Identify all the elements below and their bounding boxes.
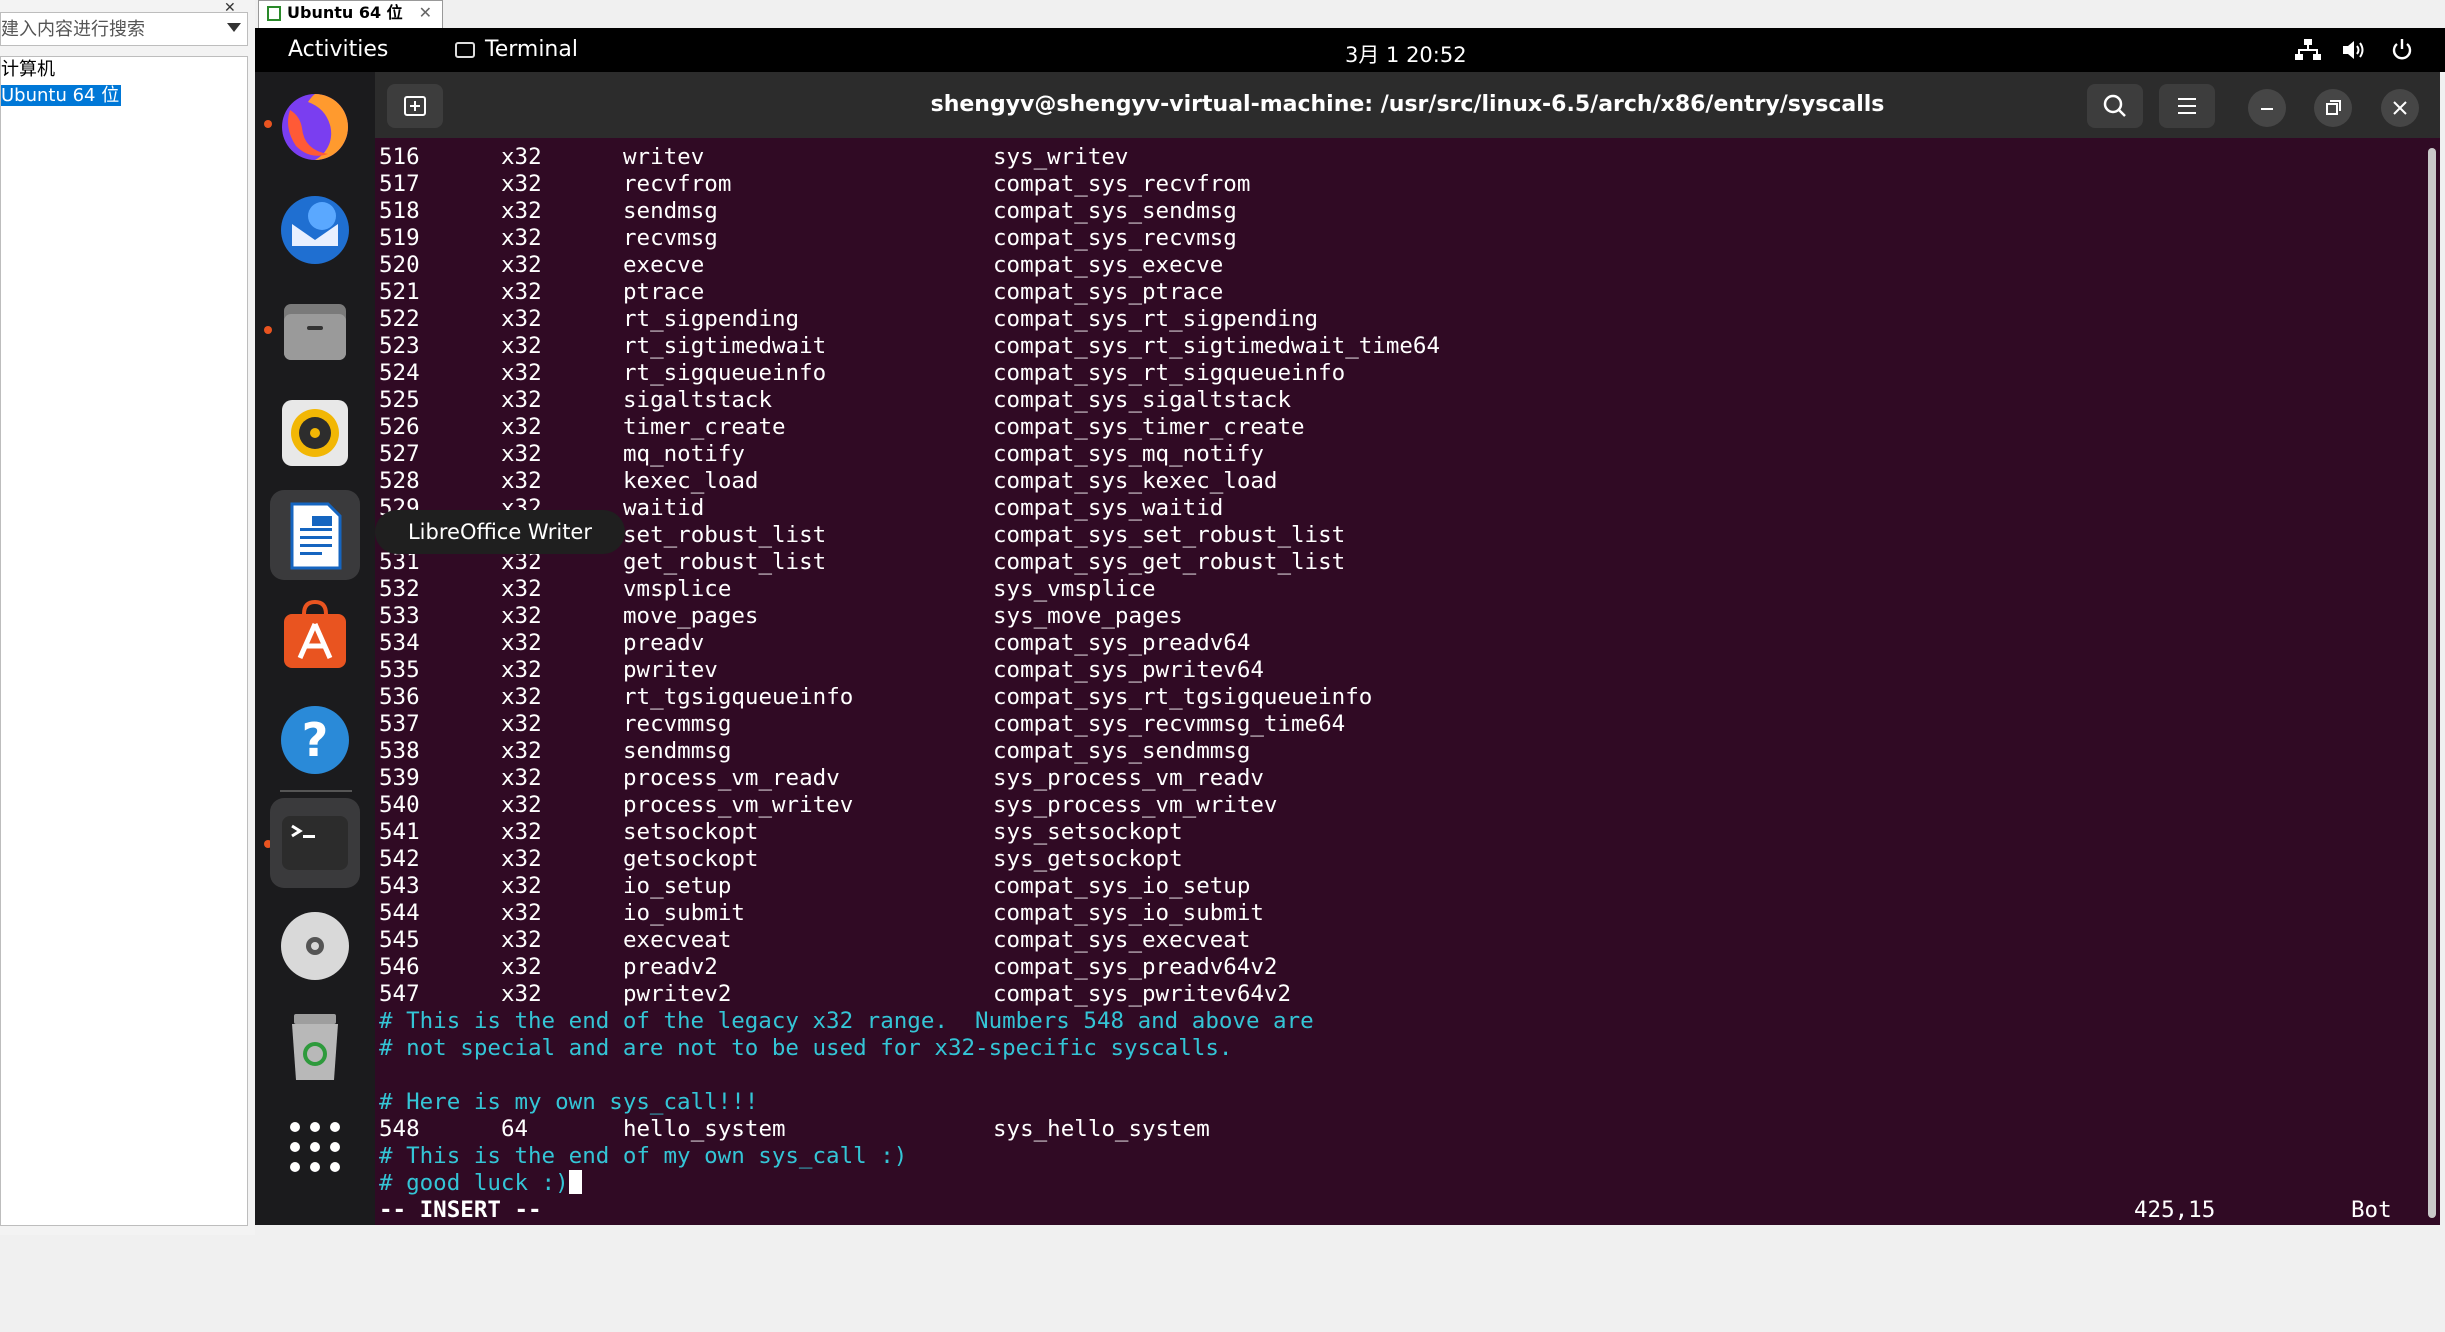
new-tab-icon bbox=[404, 96, 426, 116]
syscall-row: 535 x32 pwritev compat_sys_pwritev64 bbox=[379, 657, 1264, 683]
comment-line: # This is the end of my own sys_call :) bbox=[379, 1143, 908, 1169]
firefox-icon[interactable] bbox=[270, 80, 360, 170]
syscall-row: 516 x32 writev sys_writev bbox=[379, 144, 1129, 170]
syscall-row: 518 x32 sendmsg compat_sys_sendmsg bbox=[379, 198, 1237, 224]
ubuntu-dock: ? bbox=[255, 72, 377, 1232]
syscall-row: 536 x32 rt_tgsigqueueinfo compat_sys_rt_tgs… bbox=[379, 684, 1373, 710]
syscall-row: 537 x32 recvmmsg compat_sys_recvmmsg_time64 bbox=[379, 711, 1346, 737]
syscall-row: 547 x32 pwritev2 compat_sys_pwritev64v2 bbox=[379, 981, 1292, 1007]
syscall-row: 520 x32 execve compat_sys_execve bbox=[379, 252, 1224, 278]
host-left-pane: ✕ 计算机 Ubuntu 64 位 bbox=[0, 0, 255, 1235]
help-icon[interactable]: ? bbox=[270, 694, 360, 784]
syscall-row: 538 x32 sendmmsg compat_sys_sendmmsg bbox=[379, 738, 1251, 764]
power-icon[interactable] bbox=[2389, 38, 2415, 62]
close-icon bbox=[2393, 101, 2407, 115]
terminal-content[interactable]: 516 x32 writev sys_writev 517 x32 recvfrom comp… bbox=[379, 144, 2414, 1224]
syscall-row: 525 x32 sigaltstack compat_sys_sigaltstack bbox=[379, 387, 1292, 413]
syscall-row: 546 x32 preadv2 compat_sys_preadv64v2 bbox=[379, 954, 1278, 980]
minimize-button[interactable] bbox=[2248, 89, 2286, 127]
app-center-icon[interactable] bbox=[270, 592, 360, 682]
host-search-box[interactable] bbox=[0, 12, 248, 46]
terminal-header-bar[interactable]: shengyv@shengyv-virtual-machine: /usr/sr… bbox=[375, 72, 2440, 138]
search-button[interactable] bbox=[2087, 84, 2143, 128]
syscall-row: 519 x32 recvmsg compat_sys_recvmsg bbox=[379, 225, 1237, 251]
host-bottom-strip bbox=[255, 1225, 2445, 1235]
vm-tab-label: Ubuntu 64 位 bbox=[287, 3, 403, 22]
vim-status-line: -- INSERT -- 425,15 Bot bbox=[379, 1197, 2414, 1224]
text-cursor bbox=[568, 1170, 582, 1194]
libreoffice-writer-icon[interactable] bbox=[270, 490, 360, 580]
trash-icon[interactable] bbox=[270, 1002, 360, 1092]
syscall-row: 534 x32 preadv compat_sys_preadv64 bbox=[379, 630, 1251, 656]
terminal-icon[interactable] bbox=[270, 798, 360, 888]
scroll-position: Bot bbox=[2351, 1197, 2392, 1223]
volume-icon[interactable] bbox=[2341, 38, 2367, 62]
dock-separator bbox=[280, 790, 352, 792]
comment-line: # not special and are not to be used for… bbox=[379, 1035, 1233, 1061]
activities-button[interactable]: Activities bbox=[288, 37, 388, 62]
dock-tooltip: LibreOffice Writer bbox=[375, 510, 625, 554]
new-tab-button[interactable] bbox=[387, 84, 443, 128]
app-menu-terminal[interactable]: Terminal bbox=[455, 37, 578, 62]
thunderbird-icon[interactable] bbox=[270, 184, 360, 274]
files-icon[interactable] bbox=[270, 286, 360, 376]
syscall-row: 539 x32 process_vm_readv sys_process_vm_rea… bbox=[379, 765, 1264, 791]
vm-tab-ubuntu[interactable]: Ubuntu 64 位 ✕ bbox=[258, 0, 443, 28]
comment-line-cursor: # good luck :) bbox=[379, 1170, 2414, 1197]
menu-button[interactable] bbox=[2159, 84, 2215, 128]
terminal-scrollbar[interactable] bbox=[2428, 148, 2436, 1218]
syscall-row: 545 x32 execveat compat_sys_execveat bbox=[379, 927, 1251, 953]
syscall-row: 533 x32 move_pages sys_move_pages bbox=[379, 603, 1183, 629]
syscall-row: 544 x32 io_submit compat_sys_io_submit bbox=[379, 900, 1264, 926]
syscall-row: 517 x32 recvfrom compat_sys_recvfrom bbox=[379, 171, 1251, 197]
restore-icon bbox=[2326, 100, 2341, 115]
maximize-button[interactable] bbox=[2314, 89, 2352, 127]
search-icon bbox=[2103, 94, 2126, 117]
tree-item-ubuntu[interactable]: Ubuntu 64 位 bbox=[1, 83, 247, 109]
host-search-input[interactable] bbox=[1, 13, 218, 45]
svg-text:?: ? bbox=[302, 713, 329, 767]
network-icon[interactable] bbox=[2295, 38, 2321, 62]
syscall-row: 541 x32 setsockopt sys_setsockopt bbox=[379, 819, 1183, 845]
host-vm-tree: 计算机 Ubuntu 64 位 bbox=[0, 56, 248, 1226]
syscall-row: 522 x32 rt_sigpending compat_sys_rt_sigpend… bbox=[379, 306, 1319, 332]
dvd-icon[interactable] bbox=[270, 900, 360, 990]
syscall-row: 532 x32 vmsplice sys_vmsplice bbox=[379, 576, 1156, 602]
close-button[interactable] bbox=[2381, 89, 2419, 127]
syscall-row: 531 x32 get_robust_list compat_sys_get_robu… bbox=[379, 549, 1346, 575]
syscall-table: 516 x32 writev sys_writev 517 x32 recvfrom comp… bbox=[379, 144, 2414, 1008]
syscall-row: 523 x32 rt_sigtimedwait compat_sys_rt_sigti… bbox=[379, 333, 1441, 359]
clock[interactable]: 3月 1 20:52 bbox=[1345, 39, 1467, 69]
terminal-window[interactable]: shengyv@shengyv-virtual-machine: /usr/sr… bbox=[375, 72, 2440, 1225]
syscall-row: 529 x32 waitid compat_sys_waitid bbox=[379, 495, 1224, 521]
syscall-row: 540 x32 process_vm_writev sys_process_vm_wr… bbox=[379, 792, 1278, 818]
syscall-row: 524 x32 rt_sigqueueinfo compat_sys_rt_sigqu… bbox=[379, 360, 1346, 386]
syscall-row: 543 x32 io_setup compat_sys_io_setup bbox=[379, 873, 1251, 899]
hamburger-menu-icon bbox=[2178, 98, 2196, 114]
syscall-row: 530x32set_robust_listcompat_sys_set_robu… bbox=[379, 522, 1346, 548]
ubuntu-top-bar: Activities Terminal 3月 1 20:52 bbox=[255, 28, 2445, 72]
comment-line: # This is the end of the legacy x32 rang… bbox=[379, 1008, 1314, 1034]
terminal-small-icon bbox=[455, 42, 475, 58]
chevron-down-icon[interactable] bbox=[227, 23, 241, 32]
comment-line: # Here is my own sys_call!!! bbox=[379, 1089, 759, 1115]
vim-mode: -- INSERT -- bbox=[379, 1197, 542, 1223]
close-icon[interactable]: ✕ bbox=[419, 1, 432, 25]
syscall-row: 528 x32 kexec_load compat_sys_kexec_load bbox=[379, 468, 1278, 494]
tree-item-computer[interactable]: 计算机 bbox=[1, 57, 247, 83]
minimize-icon bbox=[2261, 108, 2273, 110]
vm-tab-strip: Ubuntu 64 位 ✕ bbox=[255, 0, 2445, 28]
syscall-row: 527 x32 mq_notify compat_sys_mq_notify bbox=[379, 441, 1264, 467]
vm-icon bbox=[267, 6, 281, 21]
syscall-row: 542 x32 getsockopt sys_getsockopt bbox=[379, 846, 1183, 872]
syscall-row: 521 x32 ptrace compat_sys_ptrace bbox=[379, 279, 1224, 305]
show-apps-icon[interactable] bbox=[270, 1102, 360, 1192]
app-menu-label: Terminal bbox=[485, 37, 578, 62]
syscall-row: 526 x32 timer_create compat_sys_timer_creat… bbox=[379, 414, 1305, 440]
rhythmbox-icon[interactable] bbox=[270, 388, 360, 478]
cursor-position: 425,15 bbox=[2134, 1197, 2216, 1223]
syscall-row-custom: 548 64 hello_system sys_hello_system bbox=[379, 1116, 1210, 1142]
